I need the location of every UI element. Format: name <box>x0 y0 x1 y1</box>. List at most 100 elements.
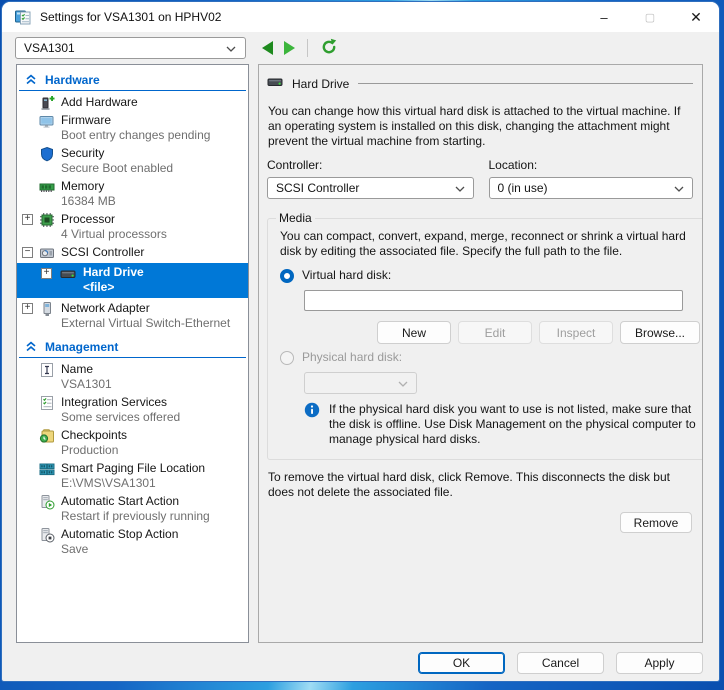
toolbar: VSA1301 <box>2 32 719 64</box>
chevron-down-icon <box>398 376 408 390</box>
cancel-button[interactable]: Cancel <box>517 652 604 674</box>
item-label: Automatic Stop Action <box>61 527 248 542</box>
dialog-footer: OK Cancel Apply <box>418 652 703 674</box>
sidebar-item-checkpoints[interactable]: Checkpoints Production <box>17 428 248 458</box>
sidebar-item-add-hardware[interactable]: Add Hardware <box>17 95 248 110</box>
minimize-button[interactable]: – <box>581 2 627 32</box>
close-button[interactable]: ✕ <box>673 2 719 32</box>
sidebar-item-firmware[interactable]: Firmware Boot entry changes pending <box>17 113 248 143</box>
remove-button[interactable]: Remove <box>620 512 692 533</box>
sidebar-item-hard-drive[interactable]: + Hard Drive <file> <box>17 263 248 298</box>
processor-icon <box>39 212 55 228</box>
item-subtitle: Some services offered <box>61 410 248 425</box>
item-subtitle: VSA1301 <box>61 377 248 392</box>
controller-value: SCSI Controller <box>276 181 359 195</box>
item-label: Processor <box>61 212 248 227</box>
name-icon <box>39 362 55 378</box>
media-description: You can compact, convert, expand, merge,… <box>280 229 701 259</box>
sidebar-item-auto-start[interactable]: Automatic Start Action Restart if previo… <box>17 494 248 524</box>
physical-hard-disk-label: Physical hard disk: <box>302 350 402 365</box>
item-subtitle: Boot entry changes pending <box>61 128 248 143</box>
sidebar-device-list: Hardware Add Hardware Firmware Boot entr… <box>16 64 249 643</box>
controller-combobox[interactable]: SCSI Controller <box>267 177 474 199</box>
physical-disk-combobox <box>304 372 417 394</box>
sidebar-item-integration-services[interactable]: Integration Services Some services offer… <box>17 395 248 425</box>
item-subtitle: Save <box>61 542 248 557</box>
smart-paging-icon <box>39 461 55 477</box>
item-subtitle: External Virtual Switch-Ethernet <box>61 316 248 331</box>
item-label: Checkpoints <box>61 428 248 443</box>
integration-services-icon <box>39 395 55 411</box>
item-subtitle: Restart if previously running <box>61 509 248 524</box>
location-value: 0 (in use) <box>498 181 548 195</box>
header-rule <box>358 83 693 84</box>
edit-button: Edit <box>458 321 532 344</box>
physical-hard-disk-radio <box>280 351 294 365</box>
virtual-hard-disk-radio-row: Virtual hard disk: <box>280 268 701 283</box>
network-adapter-icon <box>39 301 55 317</box>
add-hardware-icon <box>39 95 55 111</box>
sidebar-item-security[interactable]: Security Secure Boot enabled <box>17 146 248 176</box>
pane-intro-text: You can change how this virtual hard dis… <box>268 104 692 149</box>
item-subtitle: Production <box>61 443 248 458</box>
back-arrow-icon[interactable] <box>262 41 273 55</box>
vm-selector-value: VSA1301 <box>24 41 75 55</box>
chevron-down-icon <box>674 181 684 195</box>
item-subtitle: <file> <box>83 280 248 295</box>
pane-header: Hard Drive <box>267 74 693 93</box>
sidebar-item-processor[interactable]: + Processor 4 Virtual processors <box>17 212 248 242</box>
virtual-hard-disk-label: Virtual hard disk: <box>302 268 391 283</box>
expand-toggle[interactable]: + <box>22 303 33 314</box>
location-combobox[interactable]: 0 (in use) <box>489 177 694 199</box>
item-label: Memory <box>61 179 248 194</box>
sidebar-item-memory[interactable]: Memory 16384 MB <box>17 179 248 209</box>
ok-button[interactable]: OK <box>418 652 505 674</box>
expand-toggle[interactable]: + <box>41 268 52 279</box>
media-groupbox: Media You can compact, convert, expand, … <box>267 211 703 460</box>
item-label: SCSI Controller <box>61 245 248 260</box>
item-label: Name <box>61 362 248 377</box>
new-button[interactable]: New <box>377 321 451 344</box>
expand-toggle[interactable]: − <box>22 247 33 258</box>
hard-drive-icon <box>60 266 76 282</box>
item-subtitle: E:\VMS\VSA1301 <box>61 476 248 491</box>
sidebar-section-management[interactable]: Management <box>19 338 246 358</box>
collapse-chevron-icon <box>25 74 37 88</box>
virtual-hard-disk-path-input[interactable] <box>304 290 683 311</box>
forward-arrow-icon[interactable] <box>284 41 295 55</box>
pane-title: Hard Drive <box>292 77 349 91</box>
info-icon <box>304 402 320 447</box>
vm-selector-combobox[interactable]: VSA1301 <box>15 37 246 59</box>
item-label: Security <box>61 146 248 161</box>
title-bar: Settings for VSA1301 on HPHV02 – ▢ ✕ <box>2 2 719 32</box>
auto-stop-icon <box>39 527 55 543</box>
security-shield-icon <box>39 146 55 162</box>
chevron-down-icon <box>455 181 465 195</box>
virtual-hard-disk-radio[interactable] <box>280 269 294 283</box>
section-label: Management <box>45 340 118 354</box>
sidebar-item-smart-paging[interactable]: Smart Paging File Location E:\VMS\VSA130… <box>17 461 248 491</box>
sidebar-item-network-adapter[interactable]: + Network Adapter External Virtual Switc… <box>17 301 248 331</box>
hyperv-settings-icon <box>15 9 31 25</box>
info-text: If the physical hard disk you want to us… <box>329 402 701 447</box>
refresh-icon[interactable] <box>320 38 338 59</box>
controller-label: Controller: <box>267 158 474 172</box>
inspect-button: Inspect <box>539 321 613 344</box>
apply-button[interactable]: Apply <box>616 652 703 674</box>
sidebar-section-hardware[interactable]: Hardware <box>19 71 246 91</box>
sidebar-item-name[interactable]: Name VSA1301 <box>17 362 248 392</box>
hard-drive-settings-pane: Hard Drive You can change how this virtu… <box>258 64 703 643</box>
item-label: Hard Drive <box>83 265 248 280</box>
expand-toggle[interactable]: + <box>22 214 33 225</box>
checkpoints-icon <box>39 428 55 444</box>
item-subtitle: 4 Virtual processors <box>61 227 248 242</box>
remove-note: To remove the virtual hard disk, click R… <box>268 470 692 500</box>
section-label: Hardware <box>45 73 100 87</box>
maximize-button: ▢ <box>627 2 673 32</box>
browse-button[interactable]: Browse... <box>620 321 700 344</box>
sidebar-item-scsi-controller[interactable]: − SCSI Controller <box>17 245 248 260</box>
item-subtitle: 16384 MB <box>61 194 248 209</box>
settings-window: Settings for VSA1301 on HPHV02 – ▢ ✕ VSA… <box>2 2 719 681</box>
window-title: Settings for VSA1301 on HPHV02 <box>40 10 221 24</box>
sidebar-item-auto-stop[interactable]: Automatic Stop Action Save <box>17 527 248 557</box>
